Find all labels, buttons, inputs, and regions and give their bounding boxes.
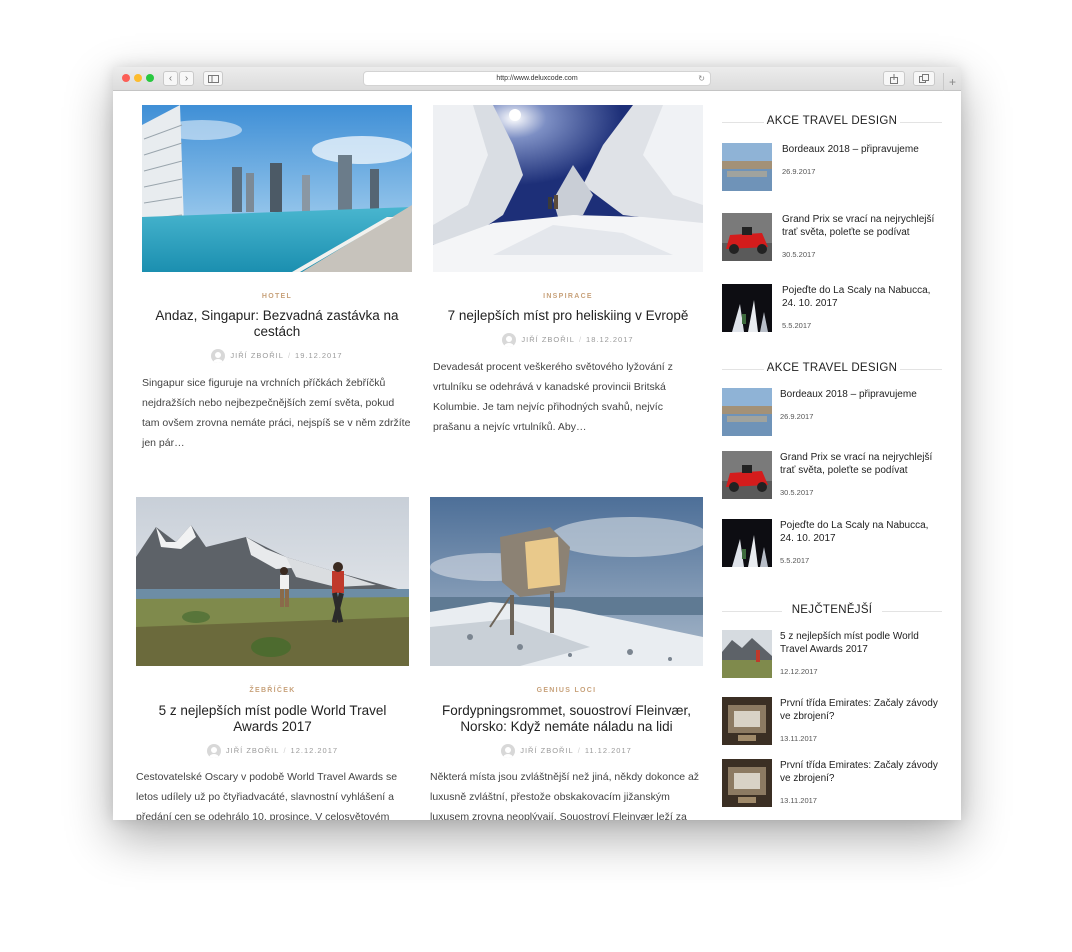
tabs-icon — [919, 74, 929, 83]
thumbnail-la-scala[interactable] — [722, 284, 772, 332]
sidebar-post-date: 13.11.2017 — [780, 796, 817, 805]
sidebar-post-date: 30.5.2017 — [780, 488, 814, 497]
thumbnail-grand-prix[interactable] — [722, 451, 772, 499]
post-excerpt: Singapur sice figuruje na vrchních příčk… — [142, 377, 411, 449]
sidebar-post-title[interactable]: První třída Emirates: Začaly závody ve z… — [780, 760, 938, 784]
sidebar-post-date: 13.11.2017 — [780, 734, 817, 743]
post-author[interactable]: JIŘÍ ZBOŘIL — [230, 351, 284, 360]
page-content: HOTEL Andaz, Singapur: Bezvadná zastávka… — [113, 91, 961, 820]
post-image-singapore-pool[interactable] — [142, 105, 412, 272]
sidebar-post-text: Grand Prix se vrací na nejrychlejší trať… — [782, 213, 942, 261]
post-meta: JIŘÍ ZBOŘIL/11.12.2017 — [430, 744, 703, 758]
sidebar-post-title[interactable]: Pojeďte do La Scaly na Nabucca, 24. 10. … — [780, 520, 928, 544]
thumbnail-emirates[interactable] — [722, 697, 772, 745]
post-category[interactable]: GENIUS LOCI — [430, 687, 703, 694]
post-image-fleinvaer-cabin[interactable] — [430, 497, 703, 666]
post-card: GENIUS LOCI Fordypningsrommet, souostrov… — [430, 497, 703, 820]
post-card: INSPIRACE 7 nejlepších míst pro heliskii… — [433, 105, 703, 455]
post-date: 18.12.2017 — [586, 334, 634, 344]
sidebar-post-text: Pojeďte do La Scaly na Nabucca, 24. 10. … — [780, 519, 940, 567]
sidebar-post-title[interactable]: 5 z nejlepších míst podle World Travel A… — [780, 631, 919, 655]
browser-toolbar: ‹ › http://www.deluxcode.com ↻ + — [113, 67, 961, 91]
thumbnail-bordeaux[interactable] — [722, 388, 772, 436]
sidebar-post-title[interactable]: Grand Prix se vrací na nejrychlejší trať… — [782, 214, 934, 238]
sidebar-post-text: Grand Prix se vrací na nejrychlejší trať… — [780, 451, 940, 499]
post-excerpt: Některá místa jsou zvláštnější než jiná,… — [430, 771, 700, 820]
widget-title: NEJČTENĚJŠÍ — [722, 604, 942, 616]
sidebar-post-date: 26.9.2017 — [780, 412, 814, 421]
sidebar-post-text: První třída Emirates: Začaly závody ve z… — [780, 697, 940, 745]
avatar — [501, 744, 516, 758]
post-excerpt: Devadesát procent veškerého světového ly… — [433, 361, 673, 433]
post-meta: JIŘÍ ZBOŘIL/19.12.2017 — [142, 349, 412, 363]
sidebar-post-title[interactable]: Grand Prix se vrací na nejrychlejší trať… — [780, 452, 932, 476]
post-category[interactable]: HOTEL — [142, 293, 412, 300]
post-excerpt: Cestovatelské Oscary v podobě World Trav… — [136, 771, 398, 820]
chevron-left-icon: ‹ — [168, 73, 173, 84]
sidebar-post-text: Bordeaux 2018 – připravujeme 26.9.2017 — [782, 143, 942, 178]
post-date: 11.12.2017 — [584, 745, 632, 755]
sidebar-post-text: Bordeaux 2018 – připravujeme 26.9.2017 — [780, 388, 940, 423]
share-button[interactable] — [883, 71, 905, 86]
post-title[interactable]: Andaz, Singapur: Bezvadná zastávka na ce… — [150, 308, 404, 340]
reload-icon[interactable]: ↻ — [698, 72, 705, 85]
back-button[interactable]: ‹ — [163, 71, 178, 86]
avatar — [211, 349, 226, 363]
thumbnail-bordeaux[interactable] — [722, 143, 772, 191]
chevron-right-icon: › — [184, 73, 189, 84]
minimize-window-button[interactable] — [134, 74, 142, 82]
sidebar-post-title[interactable]: Bordeaux 2018 – připravujeme — [782, 144, 919, 155]
sidebar-post-text: První třída Emirates: Začaly závody ve z… — [780, 759, 940, 807]
post-meta: JIŘÍ ZBOŘIL/12.12.2017 — [136, 744, 409, 758]
widget-title: AKCE TRAVEL DESIGN — [722, 362, 942, 374]
post-card: HOTEL Andaz, Singapur: Bezvadná zastávka… — [142, 105, 412, 455]
post-category[interactable]: INSPIRACE — [433, 293, 703, 300]
avatar — [206, 744, 221, 758]
post-author[interactable]: JIŘÍ ZBOŘIL — [520, 746, 574, 755]
tabs-overview-button[interactable] — [913, 71, 935, 86]
sidebar-post-text: 5 z nejlepších míst podle World Travel A… — [780, 630, 940, 678]
sidebar-icon — [207, 75, 219, 83]
sidebar-post-date: 26.9.2017 — [782, 167, 816, 176]
close-window-button[interactable] — [122, 74, 130, 82]
post-title[interactable]: Fordypningsrommet, souostroví Fleinvær, … — [438, 703, 695, 735]
thumbnail-la-scala[interactable] — [722, 519, 772, 567]
sidebar-post-text: Pojeďte do La Scaly na Nabucca, 24. 10. … — [782, 284, 942, 332]
sidebar-post-title[interactable]: První třída Emirates: Začaly závody ve z… — [780, 698, 938, 722]
sidebar-post-title[interactable]: Pojeďte do La Scaly na Nabucca, 24. 10. … — [782, 285, 930, 309]
sidebar-post-date: 5.5.2017 — [780, 556, 810, 565]
sidebar-post-date: 12.12.2017 — [780, 667, 818, 676]
post-image-patagonia-hikers[interactable] — [136, 497, 409, 666]
post-date: 12.12.2017 — [290, 745, 339, 755]
post-category[interactable]: ŽEBŘÍČEK — [136, 687, 409, 694]
post-title[interactable]: 5 z nejlepších míst podle World Travel A… — [144, 703, 401, 735]
avatar — [502, 333, 517, 347]
post-title[interactable]: 7 nejlepších míst pro heliskiing v Evrop… — [441, 308, 695, 324]
browser-window: ‹ › http://www.deluxcode.com ↻ + HOTEL A… — [113, 67, 961, 820]
post-date: 19.12.2017 — [295, 350, 343, 360]
post-meta: JIŘÍ ZBOŘIL/18.12.2017 — [433, 333, 703, 347]
share-icon — [890, 74, 898, 84]
address-bar[interactable]: http://www.deluxcode.com ↻ — [363, 71, 711, 86]
forward-button[interactable]: › — [179, 71, 194, 86]
post-image-snow-canyon[interactable] — [433, 105, 703, 272]
url-text: http://www.deluxcode.com — [496, 75, 578, 82]
thumbnail-patagonia[interactable] — [722, 630, 772, 678]
thumbnail-emirates[interactable] — [722, 759, 772, 807]
zoom-window-button[interactable] — [146, 74, 154, 82]
sidebar-post-date: 5.5.2017 — [782, 321, 812, 330]
thumbnail-grand-prix[interactable] — [722, 213, 772, 261]
widget-title: AKCE TRAVEL DESIGN — [722, 115, 942, 127]
sidebar-toggle-button[interactable] — [203, 71, 223, 86]
sidebar-post-title[interactable]: Bordeaux 2018 – připravujeme — [780, 389, 917, 400]
post-card: ŽEBŘÍČEK 5 z nejlepších míst podle World… — [136, 497, 409, 820]
sidebar-post-date: 30.5.2017 — [782, 250, 816, 259]
post-author[interactable]: JIŘÍ ZBOŘIL — [226, 746, 280, 755]
post-author[interactable]: JIŘÍ ZBOŘIL — [521, 335, 575, 344]
new-tab-button[interactable]: + — [943, 73, 961, 91]
